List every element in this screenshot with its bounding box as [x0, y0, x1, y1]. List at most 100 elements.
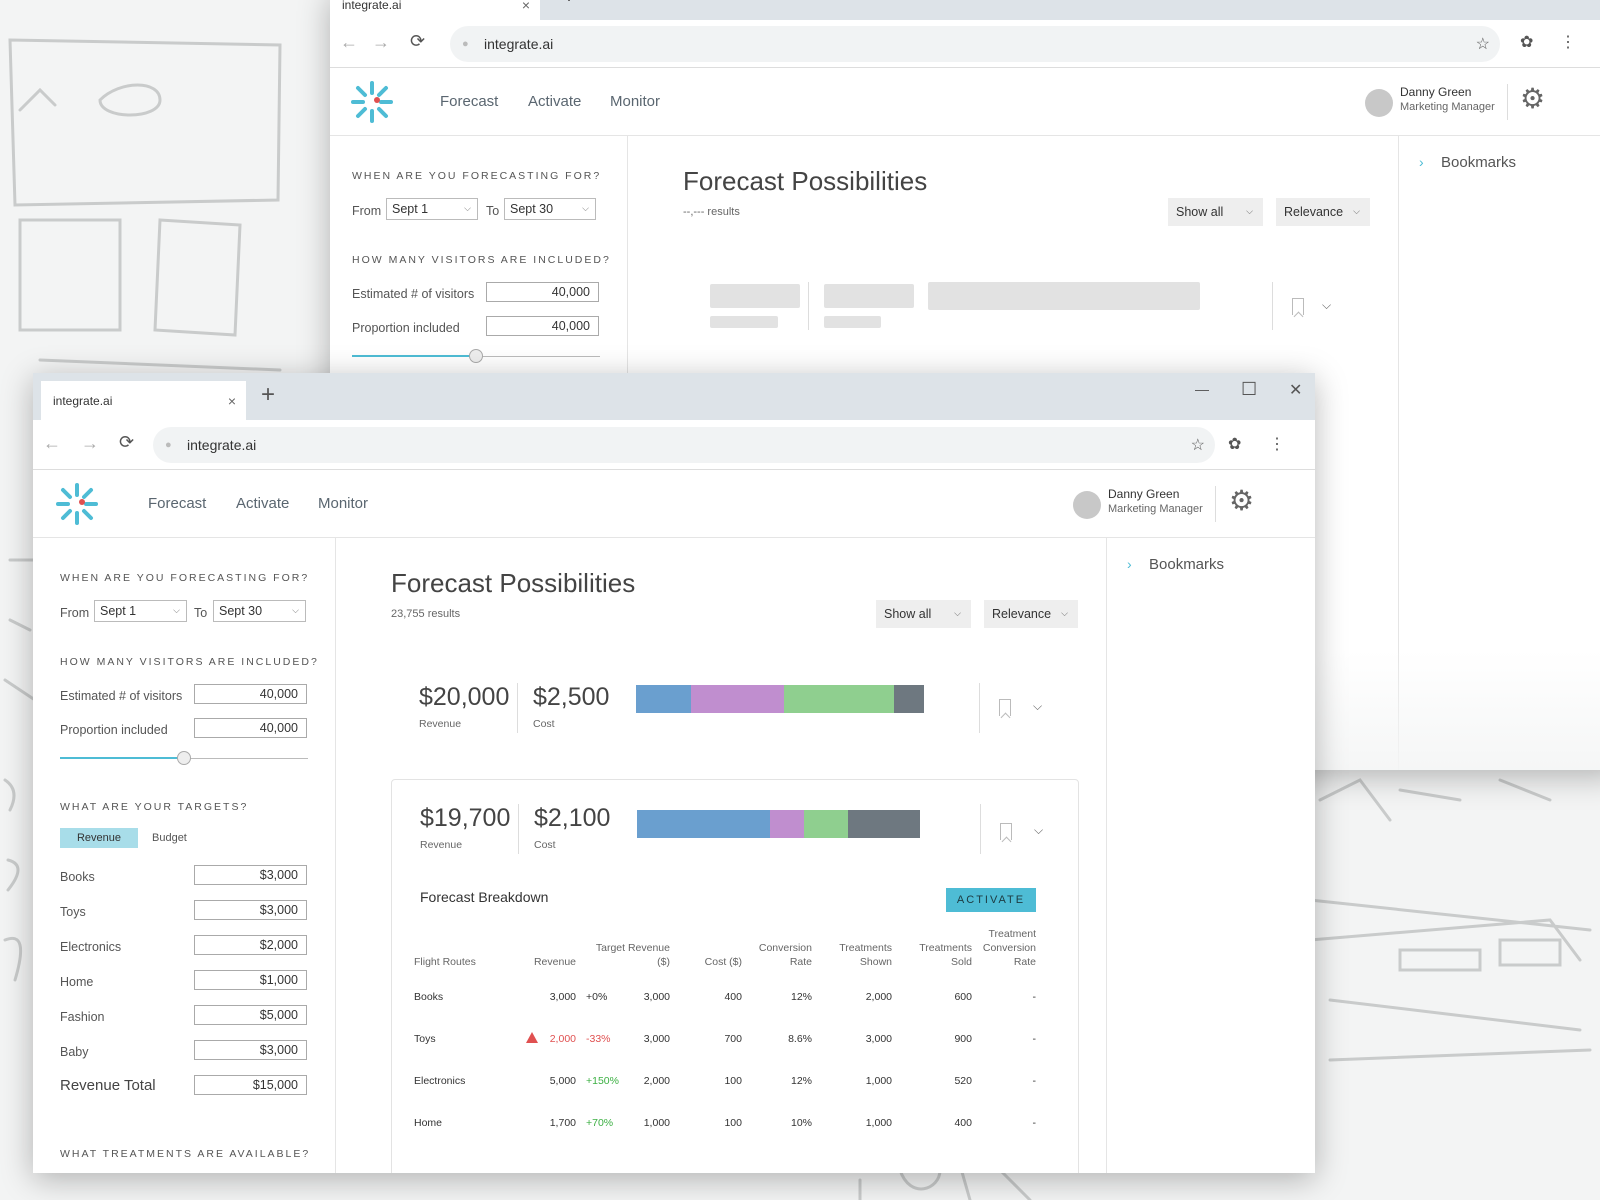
bookmark-icon[interactable]: [999, 699, 1011, 716]
back-to-select[interactable]: Sept 30 ⌵: [504, 198, 596, 220]
cell-delta: -33%: [586, 1033, 611, 1045]
avatar: [1073, 491, 1101, 519]
bookmarks-chevron-icon[interactable]: ›: [1127, 556, 1132, 572]
slider-handle[interactable]: [177, 751, 191, 765]
to-label: To: [194, 606, 208, 620]
settings-gear-icon[interactable]: ⚙: [1229, 484, 1254, 517]
collapse-chevron-icon[interactable]: ⌵: [1034, 823, 1043, 838]
to-date-value: Sept 30: [219, 604, 263, 618]
forecast-card[interactable]: $20,000 Revenue $2,500 Cost ⌵: [391, 663, 1079, 745]
back-proportion-input[interactable]: 40,000: [486, 316, 599, 336]
forecast-card-expanded[interactable]: $19,700 Revenue $2,100 Cost ⌵ Forecast B…: [391, 779, 1079, 1173]
target-input[interactable]: $3,000: [194, 865, 307, 885]
back-expand-chevron-icon[interactable]: ⌵: [1322, 298, 1331, 313]
star-icon[interactable]: ☆: [1191, 435, 1205, 455]
from-date-select[interactable]: Sept 1 ⌵: [94, 600, 187, 622]
logo-icon[interactable]: [55, 482, 99, 526]
new-tab-icon[interactable]: +: [261, 381, 275, 409]
to-date-select[interactable]: Sept 30 ⌵: [213, 600, 306, 622]
nav-activate[interactable]: Activate: [236, 495, 289, 512]
target-input[interactable]: $1,000: [194, 970, 307, 990]
nav-forecast[interactable]: Forecast: [148, 495, 206, 512]
bar-segment: [847, 810, 920, 838]
maximize-icon[interactable]: ☐: [1241, 379, 1257, 400]
back-bookmarks-label[interactable]: Bookmarks: [1441, 154, 1516, 171]
back-show-all-dropdown[interactable]: Show all ⌵: [1168, 198, 1263, 226]
proportion-slider[interactable]: [60, 751, 308, 765]
back-header-divider: [1507, 84, 1508, 120]
chevron-down-icon: ⌵: [292, 604, 299, 615]
cell-target: 3,000: [643, 991, 670, 1003]
back-tab[interactable]: integrate.ai ×: [330, 0, 540, 20]
back-extension-icon[interactable]: ✿: [1520, 32, 1533, 52]
browser-tab[interactable]: integrate.ai ×: [41, 381, 246, 420]
back-bookmarks-chevron-icon[interactable]: ›: [1419, 154, 1424, 170]
cell-revenue: 2,000: [549, 1033, 576, 1045]
cell-conversion: 12%: [790, 1075, 812, 1087]
nav-monitor[interactable]: Monitor: [318, 495, 368, 512]
back-nav-monitor[interactable]: Monitor: [610, 93, 660, 110]
bookmarks-panel: › Bookmarks: [1106, 538, 1315, 1173]
back-estimated-input[interactable]: 40,000: [486, 282, 599, 302]
bookmarks-label[interactable]: Bookmarks: [1149, 556, 1224, 573]
back-nav-activate[interactable]: Activate: [528, 93, 581, 110]
show-all-dropdown[interactable]: Show all ⌵: [876, 600, 971, 628]
card-divider: [518, 804, 519, 854]
cell-conversion: 10%: [790, 1117, 812, 1129]
back-star-icon[interactable]: ☆: [1476, 34, 1490, 54]
menu-icon[interactable]: ⋮: [1269, 434, 1285, 454]
back-nav-forecast[interactable]: Forecast: [440, 93, 498, 110]
card-cost: $2,500: [533, 683, 610, 711]
back-relevance-dropdown[interactable]: Relevance ⌵: [1276, 198, 1370, 226]
target-input[interactable]: $3,000: [194, 1040, 307, 1060]
back-tab-close-icon[interactable]: ×: [522, 0, 530, 13]
page-title: Forecast Possibilities: [391, 568, 636, 598]
bar-segment: [893, 685, 924, 713]
back-reload-icon[interactable]: ⟳: [410, 31, 425, 52]
window-close-icon[interactable]: ✕: [1289, 380, 1302, 400]
column-header: Conversion Rate: [758, 942, 812, 968]
reload-icon[interactable]: ⟳: [119, 432, 134, 453]
forward-icon[interactable]: →: [81, 433, 99, 454]
expand-chevron-icon[interactable]: ⌵: [1033, 699, 1042, 714]
estimated-visitors-input[interactable]: 40,000: [194, 684, 307, 704]
cell-delta: +150%: [586, 1075, 619, 1087]
budget-toggle[interactable]: Budget: [152, 828, 187, 848]
tab-close-icon[interactable]: ×: [228, 393, 236, 409]
target-input[interactable]: $5,000: [194, 1005, 307, 1025]
revenue-toggle[interactable]: Revenue: [60, 828, 138, 848]
back-search-icon: ●: [462, 38, 469, 50]
from-label: From: [60, 606, 90, 620]
chevron-down-icon: ⌵: [173, 604, 180, 615]
back-slider-handle[interactable]: [469, 349, 483, 363]
back-settings-gear-icon[interactable]: ⚙: [1520, 82, 1545, 115]
activate-button[interactable]: ACTIVATE: [946, 888, 1036, 912]
cell-target: 3,000: [643, 1033, 670, 1045]
target-input[interactable]: $2,000: [194, 935, 307, 955]
target-input[interactable]: $3,000: [194, 900, 307, 920]
bar-segment: [784, 685, 894, 713]
back-icon[interactable]: ←: [43, 433, 61, 454]
relevance-dropdown[interactable]: Relevance ⌵: [984, 600, 1078, 628]
back-back-icon[interactable]: ←: [340, 32, 358, 53]
back-forward-icon[interactable]: →: [372, 32, 390, 53]
bar-segment: [636, 685, 691, 713]
back-proportion-slider[interactable]: [352, 349, 600, 363]
proportion-input[interactable]: 40,000: [194, 718, 307, 738]
extension-icon[interactable]: ✿: [1228, 434, 1241, 454]
back-new-tab-icon[interactable]: +: [562, 0, 576, 10]
back-from-select[interactable]: Sept 1 ⌵: [386, 198, 478, 220]
column-header: Treatment Conversion Rate: [982, 928, 1036, 968]
back-bookmark-icon[interactable]: [1292, 298, 1304, 315]
back-menu-icon[interactable]: ⋮: [1560, 32, 1576, 52]
cell-route: Electronics: [414, 1075, 466, 1087]
bookmark-icon[interactable]: [1000, 823, 1012, 840]
cell-conversion: 12%: [790, 991, 812, 1003]
back-omnibox[interactable]: ● integrate.ai ☆: [450, 26, 1500, 62]
cell-delta: +70%: [586, 1117, 614, 1129]
back-proportion-label: Proportion included: [352, 321, 460, 335]
minimize-icon[interactable]: —: [1195, 381, 1209, 397]
omnibox[interactable]: ● integrate.ai ☆: [153, 427, 1215, 463]
back-logo-icon[interactable]: [350, 80, 394, 124]
breakdown-title: Forecast Breakdown: [420, 889, 549, 905]
